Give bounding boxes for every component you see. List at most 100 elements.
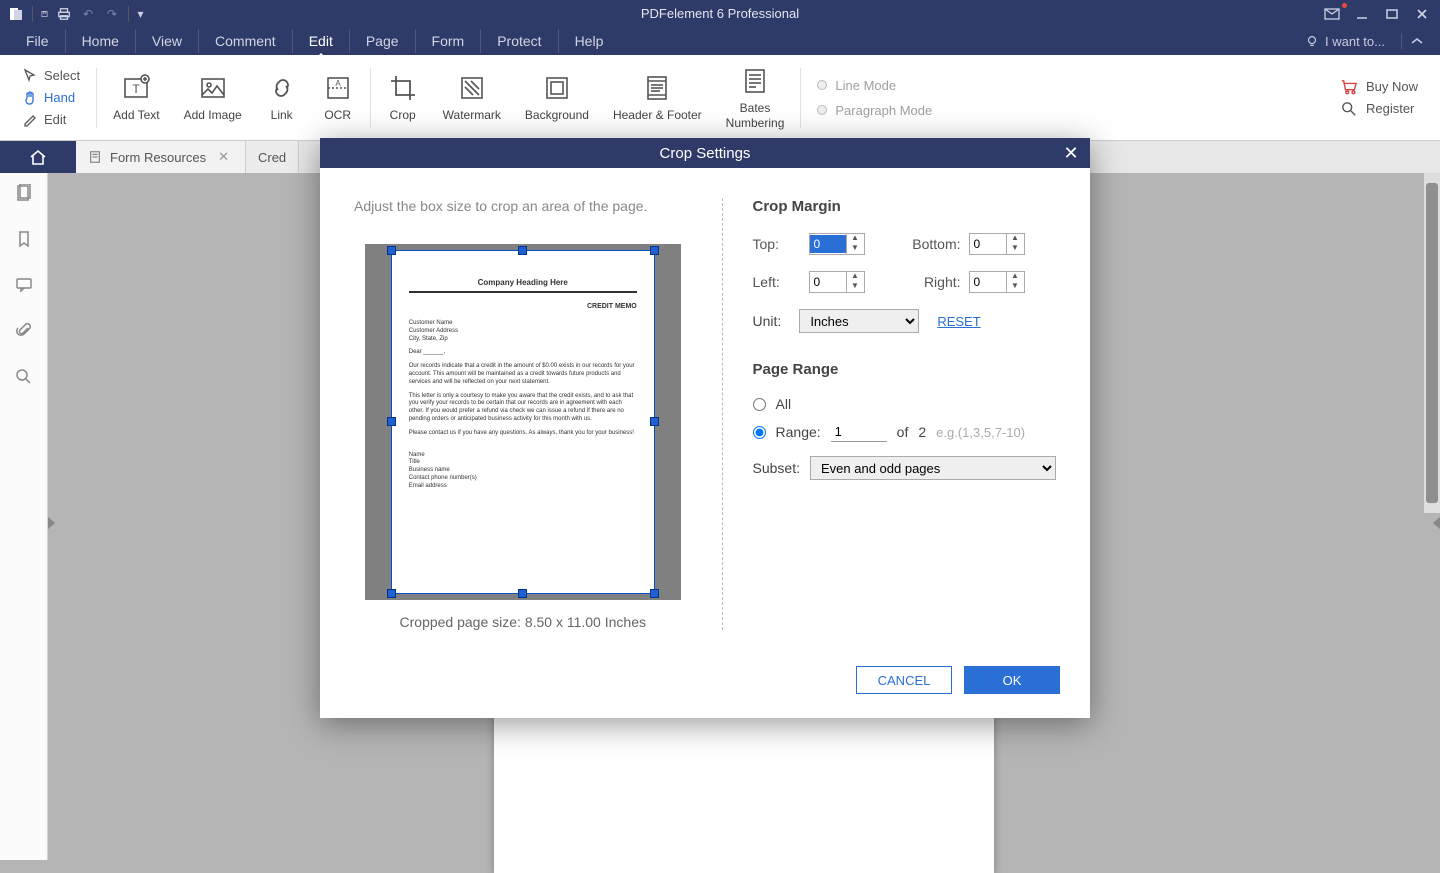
unit-select[interactable]: Inches xyxy=(799,309,919,333)
ocr-button[interactable]: AOCR xyxy=(310,55,366,140)
menu-home[interactable]: Home xyxy=(66,29,136,53)
edit-tool[interactable]: Edit xyxy=(18,110,84,130)
crop-settings-dialog: Crop Settings ✕ Adjust the box size to c… xyxy=(320,138,1090,718)
left-spinner[interactable]: ▲▼ xyxy=(809,271,865,293)
right-label: Right: xyxy=(889,274,969,290)
all-radio[interactable] xyxy=(753,398,766,411)
spinner-down-icon[interactable]: ▼ xyxy=(1007,244,1024,254)
spinner-down-icon[interactable]: ▼ xyxy=(847,282,864,292)
crop-button[interactable]: Crop xyxy=(375,55,431,140)
menu-page[interactable]: Page xyxy=(350,29,416,53)
redo-icon[interactable]: ↷ xyxy=(104,6,120,22)
attachment-icon[interactable] xyxy=(14,321,34,341)
tab-cred[interactable]: Cred xyxy=(246,141,299,173)
watermark-button[interactable]: Watermark xyxy=(431,55,513,140)
spinner-down-icon[interactable]: ▼ xyxy=(1007,282,1024,292)
bookmark-icon[interactable] xyxy=(14,229,34,249)
ribbon-right: Buy Now Register xyxy=(1328,75,1430,121)
range-radio[interactable] xyxy=(753,426,766,439)
bates-button[interactable]: Bates Numbering xyxy=(714,55,797,140)
menu-view[interactable]: View xyxy=(136,29,199,53)
menu-edit[interactable]: Edit xyxy=(293,29,350,53)
link-button[interactable]: Link xyxy=(254,55,310,140)
maximize-icon[interactable] xyxy=(1380,5,1404,23)
crop-preview[interactable]: Company Heading Here CREDIT MEMO Custome… xyxy=(365,244,681,600)
page-range-range-row[interactable]: Range: of 2 e.g.(1,3,5,7-10) xyxy=(753,422,1056,442)
collapse-ribbon-icon[interactable] xyxy=(1401,33,1432,49)
home-tab[interactable] xyxy=(0,141,76,173)
register-label: Register xyxy=(1366,101,1414,116)
menu-protect[interactable]: Protect xyxy=(481,29,558,53)
app-title: PDFelement 6 Professional xyxy=(641,6,799,21)
menu-help[interactable]: Help xyxy=(559,29,620,53)
paragraph-mode-radio[interactable]: Paragraph Mode xyxy=(817,103,932,118)
register-button[interactable]: Register xyxy=(1340,101,1418,117)
undo-icon[interactable]: ↶ xyxy=(80,6,96,22)
search-panel-icon[interactable] xyxy=(14,367,34,387)
vertical-scrollbar[interactable] xyxy=(1424,173,1440,513)
header-footer-button[interactable]: Header & Footer xyxy=(601,55,714,140)
cancel-button[interactable]: CANCEL xyxy=(856,666,952,694)
comment-icon[interactable] xyxy=(14,275,34,295)
selection-tools: Select Hand Edit xyxy=(10,62,92,134)
subset-label: Subset: xyxy=(753,460,800,476)
left-input[interactable] xyxy=(810,273,846,291)
reset-link[interactable]: RESET xyxy=(937,314,980,329)
buy-now-button[interactable]: Buy Now xyxy=(1340,79,1418,95)
expand-right-icon[interactable] xyxy=(1433,517,1440,529)
app-logo-icon xyxy=(8,6,24,22)
minimize-icon[interactable] xyxy=(1350,5,1374,23)
scrollbar-thumb[interactable] xyxy=(1426,183,1438,503)
menu-comment[interactable]: Comment xyxy=(199,29,293,53)
dialog-close-icon[interactable]: ✕ xyxy=(1060,142,1082,164)
header-footer-icon xyxy=(641,72,673,104)
right-spinner[interactable]: ▲▼ xyxy=(969,271,1025,293)
crop-label: Crop xyxy=(390,108,416,122)
paragraph-mode-label: Paragraph Mode xyxy=(835,103,932,118)
of-label: of xyxy=(897,424,909,440)
edit-mode-group: Line Mode Paragraph Mode xyxy=(805,74,944,122)
dialog-titlebar[interactable]: Crop Settings ✕ xyxy=(320,138,1090,168)
bates-label: Bates Numbering xyxy=(726,101,785,130)
separator xyxy=(370,68,371,128)
page-range-all-row[interactable]: All xyxy=(753,396,1056,412)
link-label: Link xyxy=(271,108,293,122)
qat-dropdown-icon[interactable]: ▾ xyxy=(128,6,144,22)
lightbulb-icon xyxy=(1305,34,1319,48)
preview-credit: CREDIT MEMO xyxy=(409,303,637,310)
preview-heading: Company Heading Here xyxy=(409,278,637,287)
range-input[interactable] xyxy=(831,422,887,442)
mail-icon[interactable] xyxy=(1320,5,1344,23)
spinner-down-icon[interactable]: ▼ xyxy=(847,244,864,254)
bottom-spinner[interactable]: ▲▼ xyxy=(969,233,1025,255)
save-icon[interactable] xyxy=(32,6,48,22)
tab-label: Cred xyxy=(258,150,286,165)
print-icon[interactable] xyxy=(56,6,72,22)
range-label: Range: xyxy=(776,424,821,440)
close-window-icon[interactable] xyxy=(1410,5,1434,23)
ok-button[interactable]: OK xyxy=(964,666,1060,694)
add-image-button[interactable]: Add Image xyxy=(172,55,254,140)
background-button[interactable]: Background xyxy=(513,55,601,140)
tab-form-resources[interactable]: Form Resources ✕ xyxy=(76,141,246,173)
tab-close-icon[interactable]: ✕ xyxy=(214,149,233,165)
range-example: e.g.(1,3,5,7-10) xyxy=(936,425,1025,440)
select-tool[interactable]: Select xyxy=(18,66,84,86)
top-spinner[interactable]: ▲▼ xyxy=(809,233,865,255)
add-text-button[interactable]: TAdd Text xyxy=(101,55,171,140)
top-input[interactable] xyxy=(810,235,846,253)
i-want-to[interactable]: I want to... xyxy=(1295,31,1395,52)
line-mode-radio[interactable]: Line Mode xyxy=(817,78,932,93)
hand-tool[interactable]: Hand xyxy=(18,88,84,108)
subset-select[interactable]: Even and odd pages xyxy=(810,456,1056,480)
add-text-icon: T xyxy=(120,72,152,104)
menu-form[interactable]: Form xyxy=(416,29,482,53)
menu-file[interactable]: File xyxy=(10,29,66,53)
right-input[interactable] xyxy=(970,273,1006,291)
crop-margin-title: Crop Margin xyxy=(753,198,1056,215)
bottom-input[interactable] xyxy=(970,235,1006,253)
preview-page: Company Heading Here CREDIT MEMO Custome… xyxy=(391,250,655,594)
tab-icon xyxy=(88,150,102,164)
thumbnails-icon[interactable] xyxy=(14,183,34,203)
expand-left-icon[interactable] xyxy=(48,517,55,529)
